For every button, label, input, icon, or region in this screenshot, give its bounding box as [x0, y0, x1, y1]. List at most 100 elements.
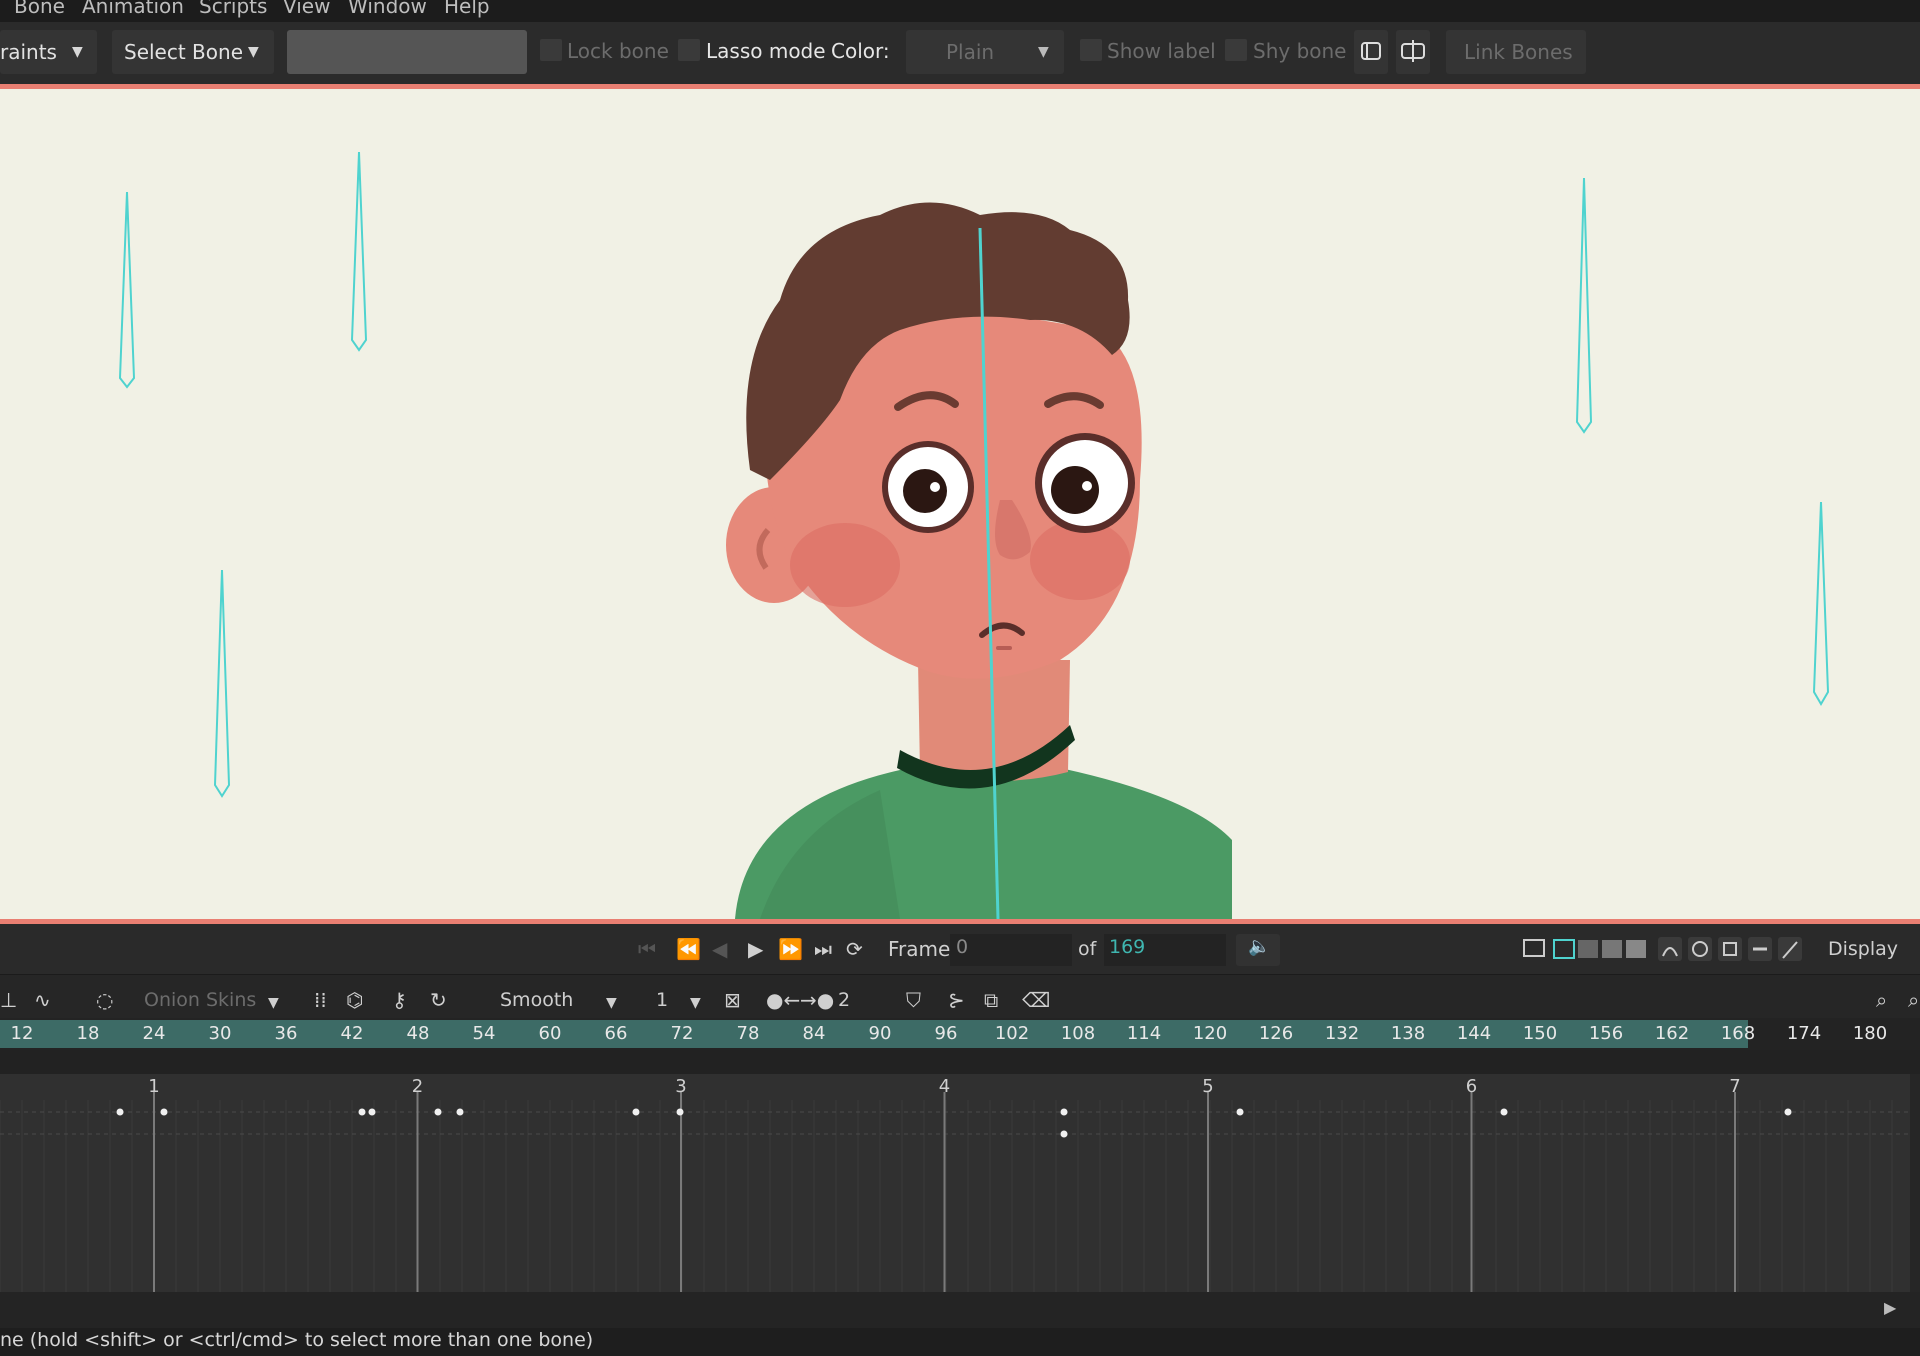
frame-input[interactable]: 0 — [950, 934, 1072, 966]
key-left-icon[interactable]: ●← — [766, 987, 800, 1013]
keyframe-box-icon[interactable]: ⊠ — [724, 987, 741, 1013]
keyframe-dot[interactable] — [632, 1108, 640, 1116]
play-icon[interactable]: ▶ — [748, 936, 763, 962]
search-icon[interactable]: ⌕ — [1908, 987, 1919, 1013]
delete-key-icon[interactable]: ⌫ — [1022, 987, 1050, 1013]
chevron-down-icon[interactable]: ▼ — [268, 990, 279, 1016]
next-keyframe-icon[interactable]: ⏭ — [814, 936, 832, 962]
chevron-down-icon[interactable]: ▼ — [690, 990, 701, 1016]
split-horizontal-icon[interactable] — [1602, 940, 1622, 958]
shy-bone-checkbox[interactable] — [1225, 39, 1247, 61]
keyframe-dot[interactable] — [368, 1108, 376, 1116]
menu-item-scripts[interactable]: Scripts — [199, 0, 267, 18]
branch-icon[interactable]: ⊱ — [948, 987, 965, 1013]
menu-item-help[interactable]: Help — [444, 0, 490, 18]
ruler-tick-label: 54 — [472, 1023, 496, 1044]
rewind-icon[interactable]: ⏮ — [638, 936, 656, 962]
keyframe-dot[interactable] — [358, 1108, 366, 1116]
constraints-dropdown[interactable]: raints ▼ — [0, 30, 97, 74]
ruler-tick-label: 150 — [1522, 1023, 1558, 1044]
bone-tool-b-button[interactable] — [1396, 30, 1430, 74]
interp-number[interactable]: 1 — [656, 987, 668, 1013]
step-back-icon[interactable]: ◀︎ — [712, 936, 727, 962]
second-marker-label: 2 — [412, 1076, 423, 1097]
rain-bone[interactable] — [118, 191, 136, 389]
keyframe-dot[interactable] — [160, 1108, 168, 1116]
audio-button[interactable]: 🔈 — [1236, 934, 1280, 966]
shape-icon[interactable]: ⌬ — [346, 987, 363, 1013]
rain-bone[interactable] — [1812, 501, 1830, 706]
ruler-tick-label: 30 — [208, 1023, 232, 1044]
keyframe-dot[interactable] — [434, 1108, 442, 1116]
keys-number[interactable]: 2 — [838, 987, 850, 1013]
quad-view-icon[interactable] — [1626, 940, 1646, 958]
keyframe-dot[interactable] — [1060, 1108, 1068, 1116]
loop-icon[interactable]: ⟳ — [846, 936, 863, 962]
menu-item-window[interactable]: Window — [348, 0, 427, 18]
second-marker-label: 4 — [939, 1076, 950, 1097]
menu-item-view[interactable]: View — [283, 0, 330, 18]
link-bones-button[interactable]: Link Bones — [1446, 30, 1586, 74]
frame-toggle-icon[interactable] — [1718, 937, 1742, 961]
bone-tool-a-button[interactable] — [1354, 30, 1388, 74]
tool-options-bar: raints ▼ Select Bone ▼ Lock bone Lasso m… — [0, 22, 1920, 84]
lasso-icon[interactable]: ◌ — [96, 987, 113, 1013]
character-illustration — [118, 151, 1830, 919]
timeline-tool-icon[interactable]: ⊥ — [0, 987, 17, 1013]
show-label-checkbox[interactable] — [1080, 39, 1102, 61]
select-bone-dropdown[interactable]: Select Bone ▼ — [112, 30, 274, 74]
menu-bar: Bone Animation Scripts View Window Help — [0, 0, 1920, 22]
ruler-tick-label: 24 — [142, 1023, 166, 1044]
zoom-icon[interactable]: ⌕ — [1876, 987, 1887, 1013]
ruler-tick-label: 114 — [1126, 1023, 1162, 1044]
scroll-right-icon[interactable]: ▶ — [1884, 1298, 1896, 1317]
keyframe-dot[interactable] — [676, 1108, 684, 1116]
timeline-tracks[interactable]: 1 2 3 4 5 6 7 — [0, 1074, 1910, 1292]
keyframe-dot[interactable] — [1500, 1108, 1508, 1116]
key-right-icon[interactable]: →● — [800, 987, 834, 1013]
menu-item-animation[interactable]: Animation — [82, 0, 184, 18]
cheek-left — [790, 523, 900, 607]
view-mode-icon[interactable] — [1523, 939, 1545, 957]
rain-bone[interactable] — [350, 151, 368, 352]
fast-forward-icon[interactable]: ⏩ — [778, 936, 803, 962]
curve-icon[interactable]: ∿ — [34, 987, 51, 1013]
interpolation-value[interactable]: Smooth — [500, 987, 573, 1013]
ruler-tick-label: 126 — [1258, 1023, 1294, 1044]
previous-frame-icon[interactable]: ⏪ — [676, 936, 701, 962]
canvas[interactable] — [0, 89, 1920, 919]
bone-name-input[interactable] — [287, 30, 527, 74]
ruler-tick-label: 162 — [1654, 1023, 1690, 1044]
rotate-icon[interactable]: ↻ — [430, 987, 447, 1013]
split-view-icon[interactable] — [1578, 940, 1598, 958]
keyframe-dot[interactable] — [1060, 1130, 1068, 1138]
ruler-tick-label: 66 — [604, 1023, 628, 1044]
camera-toggle-icon[interactable] — [1688, 937, 1712, 961]
keyframe-dot[interactable] — [1236, 1108, 1244, 1116]
of-label: of — [1078, 938, 1097, 960]
total-frames-input[interactable]: 169 — [1104, 934, 1226, 966]
keyframe-dot[interactable] — [456, 1108, 464, 1116]
rain-bone[interactable] — [213, 569, 231, 798]
lasso-mode-checkbox[interactable] — [678, 39, 700, 61]
onion-skins-label[interactable]: Onion Skins — [144, 987, 256, 1013]
second-marker-label: 6 — [1466, 1076, 1477, 1097]
lock-bone-checkbox[interactable] — [540, 39, 562, 61]
ruler-tick-label: 108 — [1060, 1023, 1096, 1044]
timeline-scrollbar[interactable]: ▶ — [0, 1292, 1920, 1328]
grid-dots-icon[interactable]: ⁞⁞ — [314, 987, 327, 1013]
ruler-tick-label: 78 — [736, 1023, 760, 1044]
color-dropdown[interactable]: Plain ▼ — [906, 30, 1064, 74]
display-menu[interactable]: Display — [1828, 936, 1898, 962]
rain-bone[interactable] — [1575, 177, 1593, 434]
keyframe-dot[interactable] — [116, 1108, 124, 1116]
keyframe-dot[interactable] — [1784, 1108, 1792, 1116]
single-view-icon[interactable] — [1553, 939, 1575, 959]
menu-item-bone[interactable]: Bone — [14, 0, 65, 18]
total-frames-value: 169 — [1109, 936, 1146, 958]
status-text: ne (hold <shift> or <ctrl/cmd> to select… — [0, 1329, 594, 1351]
chevron-down-icon[interactable]: ▼ — [606, 990, 617, 1016]
bone-key-icon[interactable]: ⛉ — [906, 987, 921, 1013]
key-icon[interactable]: ⚷ — [392, 987, 407, 1013]
copy-icon[interactable]: ⧉ — [984, 987, 998, 1013]
